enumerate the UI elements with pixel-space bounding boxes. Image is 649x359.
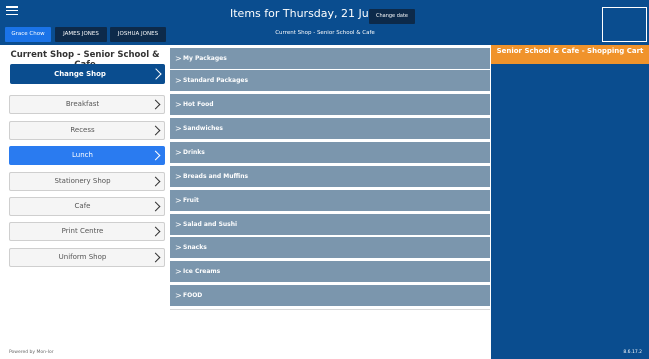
category-food[interactable]: > FOOD xyxy=(170,285,490,307)
shop-item-stationery-shop[interactable]: Stationery Shop xyxy=(9,172,165,191)
chevron-right-icon: > xyxy=(175,220,182,229)
shop-item-label: Uniform Shop xyxy=(58,253,107,261)
category-list: > My Packages > Standard Packages > Hot … xyxy=(170,45,491,359)
chevron-right-icon: > xyxy=(175,172,182,181)
current-shop-subtitle: Current Shop - Senior School & Cafe xyxy=(275,30,375,36)
user-tab-grace-chow[interactable]: Grace Chow xyxy=(5,27,51,42)
shop-item-label: Cafe xyxy=(74,202,91,210)
category-fruit[interactable]: > Fruit xyxy=(170,190,490,212)
shop-item-label: Print Centre xyxy=(61,227,104,235)
category-label: Fruit xyxy=(183,197,199,204)
category-ice-creams[interactable]: > Ice Creams xyxy=(170,261,490,283)
category-label: Drinks xyxy=(183,149,205,156)
category-list-divider xyxy=(170,309,490,310)
category-breads-and-muffins[interactable]: > Breads and Muffins xyxy=(170,166,490,188)
category-label: Ice Creams xyxy=(183,268,221,275)
shop-item-recess[interactable]: Recess xyxy=(9,121,165,140)
page-title: Items for Thursday, 21 Jun xyxy=(230,7,376,20)
user-tab-joshua-jones[interactable]: JOSHUA JONES xyxy=(110,27,166,42)
shop-item-label: Breakfast xyxy=(65,100,100,108)
shop-item-uniform-shop[interactable]: Uniform Shop xyxy=(9,248,165,267)
shop-sidebar: Current Shop - Senior School & Cafe Chan… xyxy=(0,45,170,359)
category-label: FOOD xyxy=(183,292,203,299)
shop-item-breakfast[interactable]: Breakfast xyxy=(9,95,165,114)
category-label: Standard Packages xyxy=(183,77,249,84)
category-drinks[interactable]: > Drinks xyxy=(170,142,490,164)
chevron-right-icon: > xyxy=(175,124,182,133)
shop-item-label: Recess xyxy=(70,126,95,134)
chevron-right-icon: > xyxy=(175,196,182,205)
shop-item-label: Lunch xyxy=(72,151,93,159)
shopping-cart-title: Senior School & Cafe - Shopping Cart xyxy=(491,45,649,64)
version-text: 8.6.17.2 xyxy=(623,350,642,355)
category-label: Sandwiches xyxy=(183,125,224,132)
chevron-right-icon: > xyxy=(175,54,182,63)
category-label: Salad and Sushi xyxy=(183,221,238,228)
category-sandwiches[interactable]: > Sandwiches xyxy=(170,118,490,140)
hamburger-menu-icon[interactable] xyxy=(6,6,18,16)
powered-by-text: Powered by Mon-Ior xyxy=(9,350,54,355)
change-shop-label: Change Shop xyxy=(54,70,106,78)
category-label: My Packages xyxy=(183,55,227,62)
category-standard-packages[interactable]: > Standard Packages xyxy=(170,70,490,92)
category-label: Hot Food xyxy=(183,101,214,108)
shop-item-cafe[interactable]: Cafe xyxy=(9,197,165,216)
chevron-right-icon: > xyxy=(175,148,182,157)
chevron-right-icon: > xyxy=(175,76,182,85)
chevron-right-icon: > xyxy=(175,267,182,276)
category-salad-and-sushi[interactable]: > Salad and Sushi xyxy=(170,214,490,236)
shop-item-lunch[interactable]: Lunch xyxy=(9,146,165,165)
chevron-right-icon: > xyxy=(175,100,182,109)
chevron-right-icon: > xyxy=(175,291,182,300)
change-date-button[interactable]: Change date xyxy=(369,9,415,24)
shopping-cart-panel: Senior School & Cafe - Shopping Cart 8.6… xyxy=(491,45,649,359)
shop-item-label: Stationery Shop xyxy=(54,177,111,185)
header-empty-box xyxy=(602,7,647,42)
category-my-packages[interactable]: > My Packages xyxy=(170,48,490,70)
category-hot-food[interactable]: > Hot Food xyxy=(170,94,490,116)
chevron-right-icon: > xyxy=(175,243,182,252)
category-label: Snacks xyxy=(183,244,207,251)
top-header: Grace Chow JAMES JONES JOSHUA JONES Item… xyxy=(0,0,649,45)
chevron-right-icon xyxy=(150,68,162,80)
shop-item-print-centre[interactable]: Print Centre xyxy=(9,222,165,241)
user-tab-james-jones[interactable]: JAMES JONES xyxy=(55,27,107,42)
category-label: Breads and Muffins xyxy=(183,173,249,180)
change-shop-button[interactable]: Change Shop xyxy=(10,64,165,84)
category-snacks[interactable]: > Snacks xyxy=(170,237,490,259)
